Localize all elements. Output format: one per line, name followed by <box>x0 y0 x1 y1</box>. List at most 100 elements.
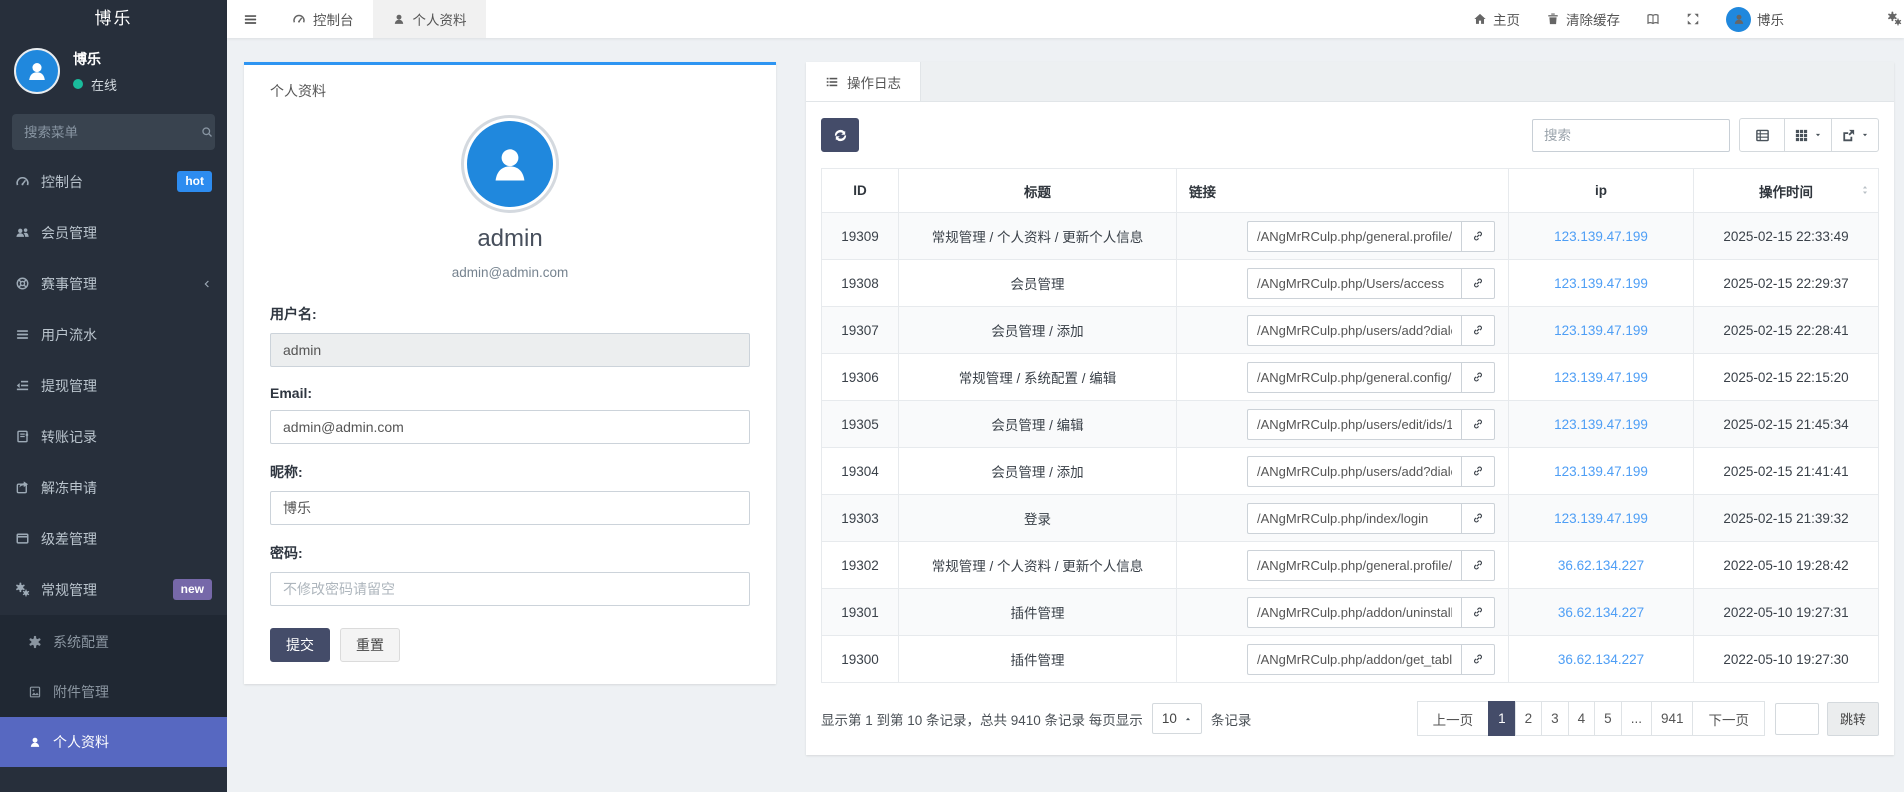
log-id: 19309 <box>822 213 899 260</box>
cogs-icon <box>15 582 30 597</box>
ip-link[interactable]: 123.139.47.199 <box>1554 464 1648 479</box>
list-icon <box>825 75 839 89</box>
open-link-button[interactable] <box>1461 503 1495 534</box>
open-link-button[interactable] <box>1461 362 1495 393</box>
open-link-button[interactable] <box>1461 644 1495 675</box>
ip-link[interactable]: 123.139.47.199 <box>1554 276 1648 291</box>
profile-form: 用户名: Email: 昵称: 密码: 提交 重置 <box>270 304 750 662</box>
refresh-button[interactable] <box>821 118 859 152</box>
ip-link[interactable]: 36.62.134.227 <box>1558 605 1644 620</box>
menu-search-input[interactable] <box>24 125 201 140</box>
open-link-button[interactable] <box>1461 409 1495 440</box>
sidebar-item-transfer[interactable]: 转账记录 <box>0 411 227 462</box>
sidebar-toggle-button[interactable] <box>227 0 273 38</box>
jump-button[interactable]: 跳转 <box>1827 702 1879 736</box>
log-link-input[interactable] <box>1247 362 1461 393</box>
open-link-button[interactable] <box>1461 268 1495 299</box>
log-link-input[interactable] <box>1247 644 1461 675</box>
table-footer: 显示第 1 到第 10 条记录，总共 9410 条记录 每页显示 10 条记录 … <box>821 701 1879 736</box>
log-id: 19301 <box>822 589 899 636</box>
page-button-941[interactable]: 941 <box>1651 701 1694 736</box>
page-button-1[interactable]: 1 <box>1488 701 1516 736</box>
tab-operation-log[interactable]: 操作日志 <box>806 62 921 101</box>
sidebar-item-members[interactable]: 会员管理 <box>0 207 227 258</box>
clear-cache-button[interactable]: 清除缓存 <box>1546 9 1620 29</box>
search-input[interactable] <box>1532 119 1730 152</box>
log-time: 2025-02-15 22:33:49 <box>1694 213 1879 260</box>
email-field[interactable] <box>270 410 750 444</box>
log-link-input[interactable] <box>1247 268 1461 299</box>
ip-link[interactable]: 123.139.47.199 <box>1554 229 1648 244</box>
log-link-input[interactable] <box>1247 221 1461 252</box>
log-link-input[interactable] <box>1247 503 1461 534</box>
reset-button[interactable]: 重置 <box>340 628 400 662</box>
sidebar-menu: 控制台 hot 会员管理 赛事管理 用户流水 提现管理 转账记录 解冻申请 <box>0 156 227 767</box>
log-link-input[interactable] <box>1247 597 1461 628</box>
log-id: 19307 <box>822 307 899 354</box>
prev-page-button[interactable]: 上一页 <box>1417 701 1490 736</box>
page-button-2[interactable]: 2 <box>1515 701 1543 736</box>
profile-avatar[interactable] <box>467 121 553 207</box>
settings-drawer-button[interactable] <box>1887 11 1902 29</box>
ip-link[interactable]: 123.139.47.199 <box>1554 417 1648 432</box>
content: 个人资料 admin admin@admin.com 用户名: Email: 昵… <box>227 38 1904 792</box>
sidebar-item-user-flow[interactable]: 用户流水 <box>0 309 227 360</box>
user-menu[interactable]: 博乐 <box>1726 7 1784 32</box>
open-link-button[interactable] <box>1461 597 1495 628</box>
table-row: 19309 常规管理 / 个人资料 / 更新个人信息 123.139.47.19… <box>822 213 1879 260</box>
page-button-3[interactable]: 3 <box>1541 701 1569 736</box>
toggle-detail-view-button[interactable] <box>1739 118 1785 152</box>
col-header-time[interactable]: 操作时间 <box>1694 169 1879 213</box>
log-link-input[interactable] <box>1247 409 1461 440</box>
sidebar-item-general[interactable]: 常规管理 new <box>0 564 227 615</box>
sidebar-item-events[interactable]: 赛事管理 <box>0 258 227 309</box>
log-tab-strip: 操作日志 <box>806 62 1894 102</box>
export-button[interactable] <box>1831 118 1879 152</box>
avatar[interactable] <box>14 48 60 94</box>
ip-link[interactable]: 36.62.134.227 <box>1558 558 1644 573</box>
language-button[interactable] <box>1646 12 1660 26</box>
sidebar-item-unfreeze[interactable]: 解冻申请 <box>0 462 227 513</box>
page-size-select[interactable]: 10 <box>1152 703 1202 734</box>
sidebar-item-withdraw[interactable]: 提现管理 <box>0 360 227 411</box>
sidebar-item-profile[interactable]: 个人资料 <box>0 717 227 767</box>
password-field[interactable] <box>270 572 750 606</box>
col-header-ip[interactable]: ip <box>1509 169 1694 213</box>
sidebar-item-attachments[interactable]: 附件管理 <box>0 667 227 717</box>
fullscreen-button[interactable] <box>1686 12 1700 26</box>
open-link-button[interactable] <box>1461 456 1495 487</box>
nickname-field[interactable] <box>270 491 750 525</box>
col-header-title[interactable]: 标题 <box>899 169 1177 213</box>
user-icon <box>24 58 50 84</box>
sidebar-item-level[interactable]: 级差管理 <box>0 513 227 564</box>
ip-link[interactable]: 123.139.47.199 <box>1554 370 1648 385</box>
home-button[interactable]: 主页 <box>1473 9 1520 29</box>
sort-icon[interactable] <box>1859 184 1871 196</box>
col-header-id[interactable]: ID <box>822 169 899 213</box>
sidebar-item-system-config[interactable]: 系统配置 <box>0 617 227 667</box>
sidebar-user-status: 在线 <box>73 75 117 94</box>
table-row: 19306 常规管理 / 系统配置 / 编辑 123.139.47.199 20… <box>822 354 1879 401</box>
sidebar-item-label: 赛事管理 <box>41 274 97 294</box>
open-link-button[interactable] <box>1461 315 1495 346</box>
tab-dashboard[interactable]: 控制台 <box>273 0 373 38</box>
jump-page-input[interactable] <box>1775 703 1819 735</box>
next-page-button[interactable]: 下一页 <box>1692 701 1765 736</box>
open-link-button[interactable] <box>1461 221 1495 252</box>
ip-link[interactable]: 123.139.47.199 <box>1554 323 1648 338</box>
log-link-input[interactable] <box>1247 315 1461 346</box>
sidebar-item-dashboard[interactable]: 控制台 hot <box>0 156 227 207</box>
page-button-5[interactable]: 5 <box>1594 701 1622 736</box>
log-title: 插件管理 <box>899 589 1177 636</box>
tab-profile[interactable]: 个人资料 <box>373 0 486 38</box>
submit-button[interactable]: 提交 <box>270 628 330 662</box>
search-icon[interactable] <box>201 126 213 138</box>
col-header-link[interactable]: 链接 <box>1177 169 1509 213</box>
open-link-button[interactable] <box>1461 550 1495 581</box>
ip-link[interactable]: 36.62.134.227 <box>1558 652 1644 667</box>
ip-link[interactable]: 123.139.47.199 <box>1554 511 1648 526</box>
columns-button[interactable] <box>1784 118 1832 152</box>
page-button-4[interactable]: 4 <box>1568 701 1596 736</box>
log-link-input[interactable] <box>1247 456 1461 487</box>
log-link-input[interactable] <box>1247 550 1461 581</box>
